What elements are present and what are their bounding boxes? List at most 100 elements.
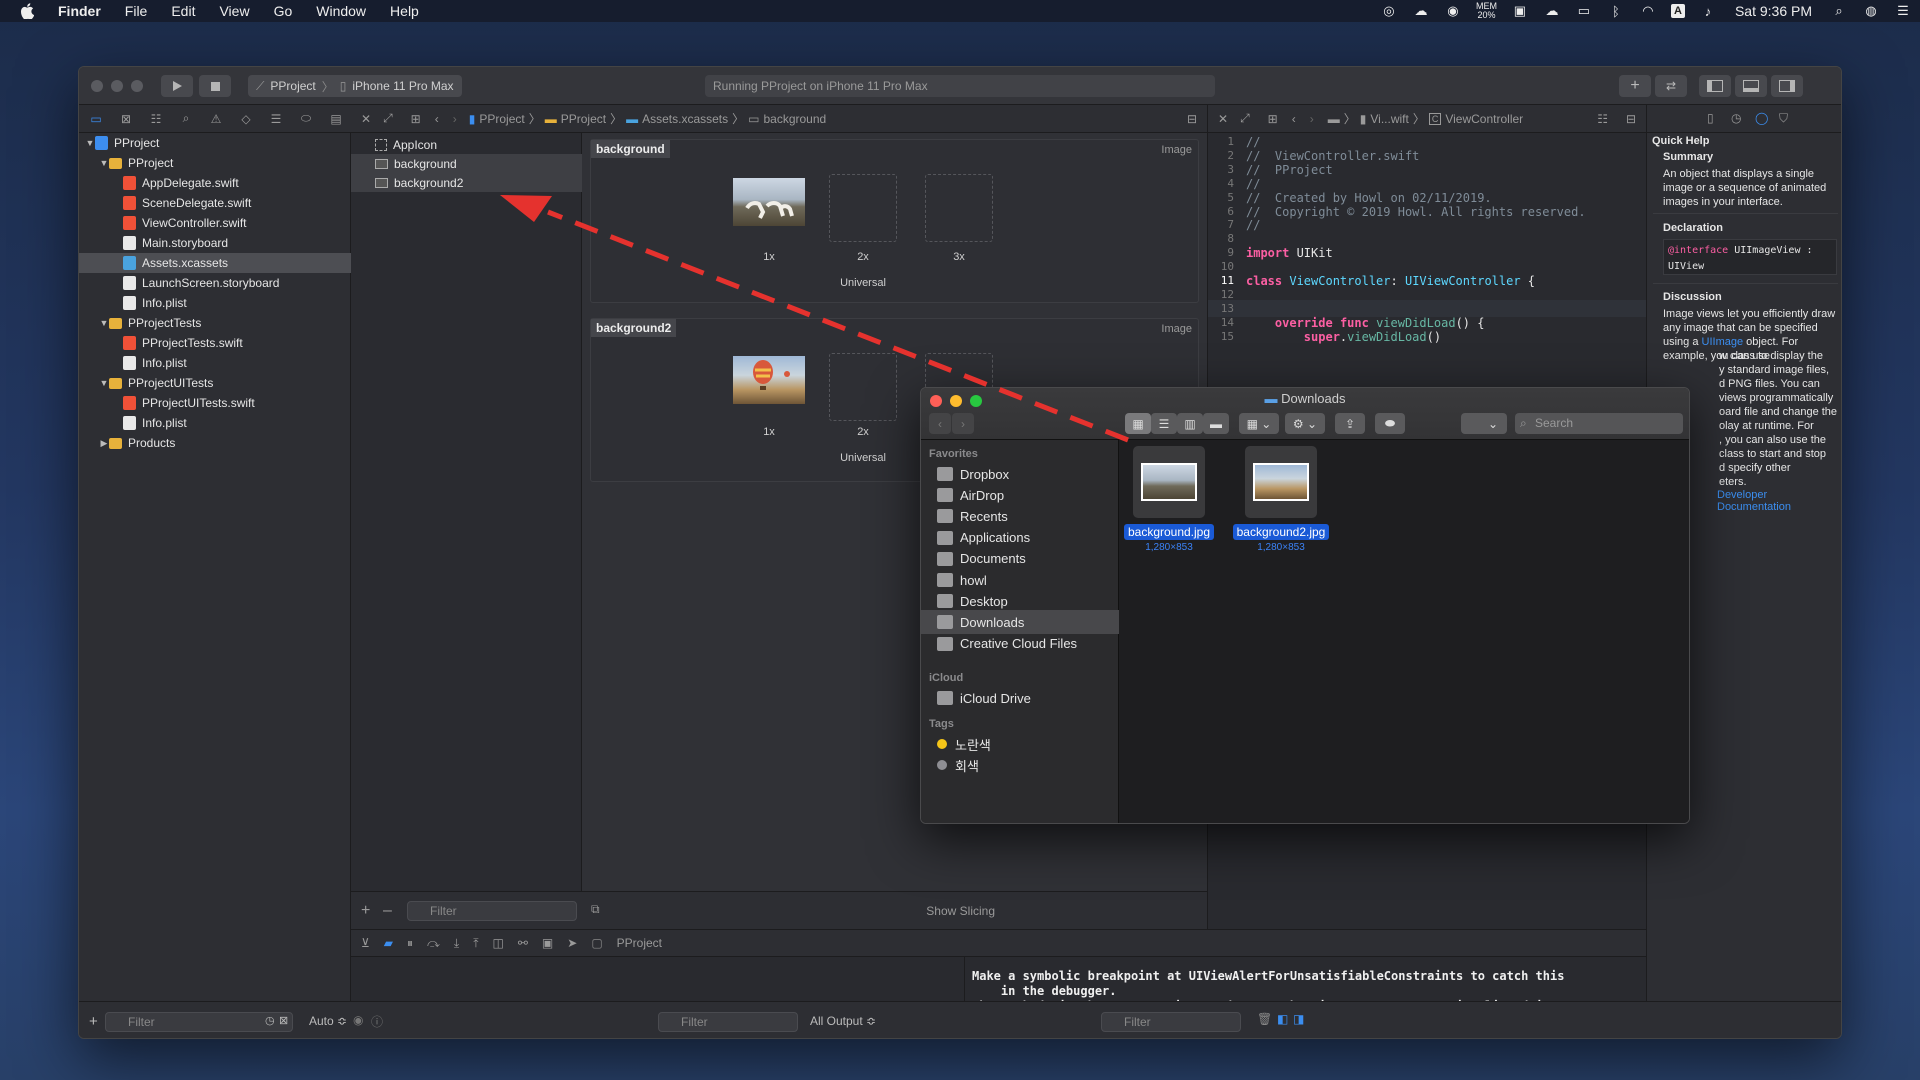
pause-icon[interactable]: ⏸ <box>407 936 413 951</box>
toggle-debug-button[interactable] <box>1735 75 1767 97</box>
column-view-button[interactable]: ▥ <box>1177 413 1203 434</box>
stop-button[interactable] <box>199 75 231 97</box>
inspector-toggle-icon[interactable]: ⊟ <box>1187 112 1197 126</box>
editor-options-icon[interactable]: ☷ <box>1597 112 1608 126</box>
issue-warning-icon[interactable]: ⚠ <box>207 111 225 127</box>
tags-button[interactable]: ⬬ <box>1375 413 1405 434</box>
list-view-button[interactable]: ☰ <box>1151 413 1177 434</box>
finder-search-input[interactable]: ⌕ Search <box>1515 413 1683 434</box>
eye-icon[interactable]: ◉ <box>353 1013 363 1027</box>
hide-debug-area-icon[interactable]: ⊻ <box>361 936 370 950</box>
breadcrumb-folder[interactable]: PProject <box>561 112 606 126</box>
file-item[interactable]: background2.jpg 1,280×853 <box>1226 446 1336 553</box>
auto-variables-selector[interactable]: Auto ≎ <box>309 1014 347 1028</box>
back-arrow-icon[interactable]: ‹ <box>435 112 439 126</box>
menu-file[interactable]: File <box>113 0 160 22</box>
add-file-plus-icon[interactable]: + <box>89 1013 98 1030</box>
notification-cloud-icon[interactable]: ☁ <box>1543 3 1561 18</box>
memory-indicator[interactable]: MEM 20% <box>1476 2 1497 20</box>
tree-item[interactable]: Info.plist <box>79 293 351 313</box>
variables-filter-input[interactable]: Filter <box>658 1012 798 1032</box>
breakpoints-toggle-icon[interactable]: ▰ <box>384 936 393 950</box>
disclosure-open-icon[interactable]: ▼ <box>99 318 109 328</box>
toggle-inspector-button[interactable] <box>1771 75 1803 97</box>
step-over-icon[interactable]: ⤼ <box>427 936 440 951</box>
memory-graph-icon[interactable]: ⚯ <box>518 936 528 950</box>
disclosure-open-icon[interactable]: ▼ <box>99 378 109 388</box>
close-editor-icon[interactable]: ✕ <box>361 112 371 126</box>
project-navigator-folder-icon[interactable]: ▭ <box>87 111 105 127</box>
clock[interactable]: Sat 9:36 PM <box>1731 3 1816 19</box>
uiimage-link[interactable]: UIImage <box>1702 336 1744 348</box>
close-window-button[interactable] <box>91 80 103 92</box>
breadcrumb-symbol[interactable]: ViewController <box>1445 112 1523 126</box>
image-well-3x[interactable] <box>925 174 993 242</box>
recent-files-clock-icon[interactable]: ◷ <box>265 1014 275 1027</box>
asset-row-background2[interactable]: background2 <box>351 173 582 192</box>
zoom-window-button[interactable] <box>131 80 143 92</box>
add-editor-icon[interactable]: ⊟ <box>1626 112 1636 126</box>
asset-row-background[interactable]: background <box>351 154 582 173</box>
menu-window[interactable]: Window <box>304 0 378 22</box>
apple-icon[interactable] <box>0 0 46 22</box>
icon-view-button[interactable]: ▦ <box>1125 413 1151 434</box>
tree-item[interactable]: AppDelegate.swift <box>79 173 351 193</box>
image-set-background[interactable]: background Image 1x 2x 3x Universal <box>590 139 1199 303</box>
image-well-1x-horses[interactable] <box>733 178 805 226</box>
split-view-left-icon[interactable]: ◧ <box>1277 1012 1288 1026</box>
environment-overrides-icon[interactable]: ▣ <box>542 936 553 950</box>
step-out-icon[interactable]: ⤒ <box>473 936 478 951</box>
debug-navigator-icon[interactable]: ☰ <box>267 111 285 127</box>
symbol-navigator-icon[interactable]: ☷ <box>147 111 165 127</box>
step-into-icon[interactable]: ⤓ <box>454 936 459 951</box>
notification-center-icon[interactable]: ☰ <box>1894 3 1912 18</box>
asset-filter-input[interactable]: Filter <box>407 901 577 921</box>
scm-filter-icon[interactable]: ⊠ <box>279 1014 288 1027</box>
expand-editor-icon[interactable]: ⤢ <box>1240 111 1250 126</box>
image-well-1x-balloon[interactable] <box>733 356 805 404</box>
show-slicing-button[interactable]: Show Slicing <box>926 904 995 918</box>
related-items-grid-icon[interactable]: ⊞ <box>1268 112 1278 126</box>
breadcrumb-asset[interactable]: background <box>763 112 826 126</box>
forward-button[interactable]: › <box>952 413 974 434</box>
report-message-icon[interactable]: ▤ <box>327 111 345 127</box>
tree-item[interactable]: Info.plist <box>79 353 351 373</box>
share-button[interactable]: ⇪ <box>1335 413 1365 434</box>
breakpoint-tag-icon[interactable]: ⬭ <box>297 111 315 127</box>
tree-item[interactable]: ▼ PProject <box>79 133 351 153</box>
cloud-sync-icon[interactable]: ☁ <box>1412 3 1430 18</box>
breadcrumb-catalog[interactable]: Assets.xcassets <box>642 112 728 126</box>
breadcrumb-project[interactable]: PProject <box>479 112 524 126</box>
menu-edit[interactable]: Edit <box>159 0 207 22</box>
scheme-selector[interactable]: ⟋ PProject 〉 ▯ iPhone 11 Pro Max <box>248 75 462 97</box>
breadcrumb-file[interactable]: Vi...wift <box>1370 112 1408 126</box>
sidebar-item[interactable]: iCloud Drive <box>921 686 1119 710</box>
gallery-view-button[interactable]: ▬ <box>1203 413 1229 434</box>
tree-item[interactable]: ▶ Products <box>79 433 351 453</box>
related-items-grid-icon[interactable]: ⊞ <box>411 112 421 126</box>
all-output-selector[interactable]: All Output ≎ <box>810 1014 876 1028</box>
run-button[interactable] <box>161 75 193 97</box>
screen-icon[interactable]: ▣ <box>1511 3 1529 18</box>
minimize-window-button[interactable] <box>111 80 123 92</box>
attributes-shield-icon[interactable]: ⛉ <box>1779 111 1788 126</box>
tree-item[interactable]: SceneDelegate.swift <box>79 193 351 213</box>
info-icon[interactable]: ⓘ <box>371 1013 383 1030</box>
image-well-2x[interactable] <box>829 353 897 421</box>
tree-item[interactable]: ▼ PProject <box>79 153 351 173</box>
path-dropdown-button[interactable]: ⌄ <box>1461 413 1507 434</box>
image-well-2x[interactable] <box>829 174 897 242</box>
creative-cloud-icon[interactable]: ◎ <box>1380 3 1398 18</box>
test-diamond-icon[interactable]: ◇ <box>237 111 255 127</box>
console-filter-input[interactable]: Filter <box>1101 1012 1241 1032</box>
tree-item[interactable]: ViewController.swift <box>79 213 351 233</box>
spotlight-icon[interactable]: ⌕ <box>1830 3 1848 18</box>
history-inspector-icon[interactable]: ◷ <box>1731 111 1741 125</box>
tree-item[interactable]: Assets.xcassets <box>79 253 351 273</box>
trash-icon[interactable]: 🗑 <box>1257 1012 1272 1026</box>
file-item[interactable]: background.jpg 1,280×853 <box>1114 446 1224 553</box>
sidebar-item[interactable]: Creative Cloud Files <box>921 632 1119 656</box>
tree-item[interactable]: ▼ PProjectTests <box>79 313 351 333</box>
slicing-toggle-icon[interactable]: ⧉ <box>591 902 600 917</box>
action-button[interactable]: ⚙ ⌄ <box>1285 413 1325 434</box>
